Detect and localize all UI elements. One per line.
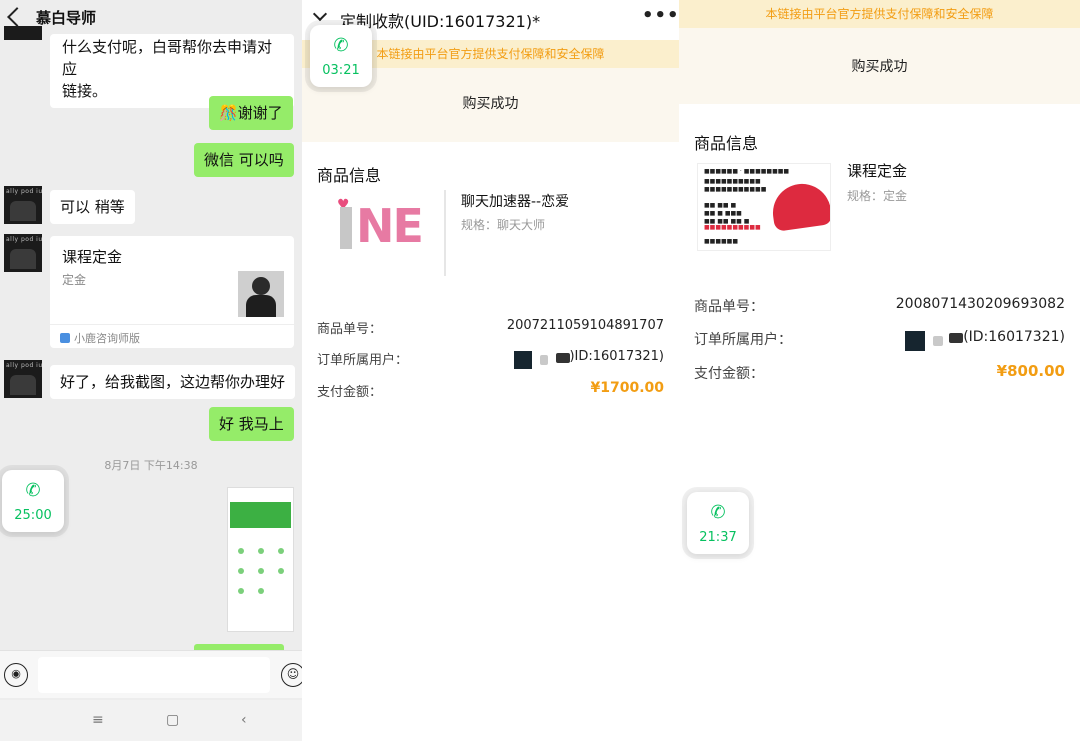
phone-icon: ✆ xyxy=(333,35,349,56)
message-input[interactable] xyxy=(38,657,270,693)
order-no: 2007211059104891707 xyxy=(506,318,664,333)
floating-call-widget[interactable]: ✆ 03:21 xyxy=(310,25,372,87)
redacted-name xyxy=(540,355,548,365)
avatar[interactable]: ally pod iu724 xyxy=(4,234,42,272)
payment-panel-2: 本链接由平台官方提供支付保障和安全保障 购买成功 商品信息 ■■■■■■ · ■… xyxy=(679,0,1080,741)
emoji-icon[interactable]: ☺ xyxy=(281,663,302,687)
message-text: 什么支付呢，白哥帮你去申请对应 xyxy=(62,38,273,78)
home-icon[interactable]: ▢ xyxy=(166,712,179,728)
product-name: 聊天加速器--恋爱 xyxy=(461,194,570,210)
card-thumbnail xyxy=(238,271,284,317)
message-bubble-out: 微信 可以吗 xyxy=(194,143,294,177)
floating-call-widget[interactable]: ✆ 25:00 xyxy=(2,470,64,532)
user-label: 订单所属用户： xyxy=(317,353,409,368)
card-title: 课程定金 xyxy=(62,248,123,266)
mini-program-icon xyxy=(60,333,70,343)
menu-icon[interactable]: ≡ xyxy=(92,712,104,728)
chat-panel: 慕白导师 什么支付呢，白哥帮你去申请对应 链接。 🎊谢谢了 微信 可以吗 all… xyxy=(0,0,302,741)
redacted-name xyxy=(556,353,570,363)
avatar[interactable]: ally pod iu724 xyxy=(4,360,42,398)
card-source: 小鹿咨询师版 xyxy=(60,330,140,346)
call-duration: 21:37 xyxy=(699,530,737,545)
product-name: 课程定金 xyxy=(847,162,908,180)
avatar[interactable]: ally pod iu724 xyxy=(4,186,42,224)
user-avatar xyxy=(514,351,532,369)
mini-program-card[interactable]: 课程定金 定金 小鹿咨询师版 xyxy=(50,236,294,348)
back-arrow-icon[interactable] xyxy=(7,7,27,27)
product-image: ♥ NE xyxy=(320,193,442,271)
section-title: 商品信息 xyxy=(317,166,382,185)
amount-label: 支付金额： xyxy=(694,366,764,382)
message-bubble-in: 好了，给我截图，这边帮你办理好 xyxy=(50,365,296,399)
product-spec: 规格：定金 xyxy=(847,189,908,203)
order-no-label: 商品单号： xyxy=(694,299,764,315)
user-avatar xyxy=(905,331,925,351)
amount-label: 支付金额： xyxy=(317,385,383,400)
payment-amount: ¥1700.00 xyxy=(590,380,664,396)
user-label: 订单所属用户： xyxy=(694,332,792,348)
order-no: 2008071430209693082 xyxy=(895,296,1065,312)
user-id: (ID:16017321) xyxy=(963,329,1065,345)
redacted-name xyxy=(949,333,963,343)
payment-panel-1: 定制收款(UID:16017321)* ••• 本链接由平台官方提供支付保障和安… xyxy=(302,0,679,741)
phone-icon: ✆ xyxy=(710,502,726,523)
message-bubble-in: 可以 稍等 xyxy=(50,190,135,224)
chat-title: 慕白导师 xyxy=(36,8,97,27)
voice-icon[interactable]: ◉ xyxy=(4,663,28,687)
floating-call-widget[interactable]: ✆ 21:37 xyxy=(687,492,749,554)
call-duration: 03:21 xyxy=(322,63,360,78)
user-id: )ID:16017321) xyxy=(569,349,664,364)
product-image: ■■■■■■ · ■■■■■■■■ ■■■■■■■■■■ ■■■■■■■■■■■… xyxy=(697,163,831,251)
redacted-name xyxy=(933,336,943,346)
section-title: 商品信息 xyxy=(694,134,759,153)
order-no-label: 商品单号： xyxy=(317,322,383,337)
message-bubble-out: 好 我马上 xyxy=(209,407,294,441)
more-icon[interactable]: ••• xyxy=(642,5,679,26)
call-duration: 25:00 xyxy=(14,508,52,523)
phone-icon: ✆ xyxy=(25,480,41,501)
security-notice: 本链接由平台官方提供支付保障和安全保障 xyxy=(679,0,1080,28)
chevron-down-icon[interactable] xyxy=(312,6,328,22)
input-bar: ◉ ☺ xyxy=(0,650,302,698)
avatar[interactable] xyxy=(4,26,42,40)
card-subtitle: 定金 xyxy=(62,273,87,287)
chat-header: 慕白导师 xyxy=(0,0,302,34)
system-nav-bar: ≡ ▢ ‹ xyxy=(0,700,302,741)
product-spec: 规格：聊天大师 xyxy=(461,218,546,232)
card-source-label: 小鹿咨询师版 xyxy=(74,332,140,345)
back-icon[interactable]: ‹ xyxy=(241,712,247,728)
message-bubble-out: 🎊谢谢了 xyxy=(209,96,293,130)
product-logo: NE xyxy=(356,199,424,253)
image-message[interactable] xyxy=(227,487,294,632)
purchase-status: 购买成功 xyxy=(679,28,1080,104)
payment-amount: ¥800.00 xyxy=(996,362,1065,380)
